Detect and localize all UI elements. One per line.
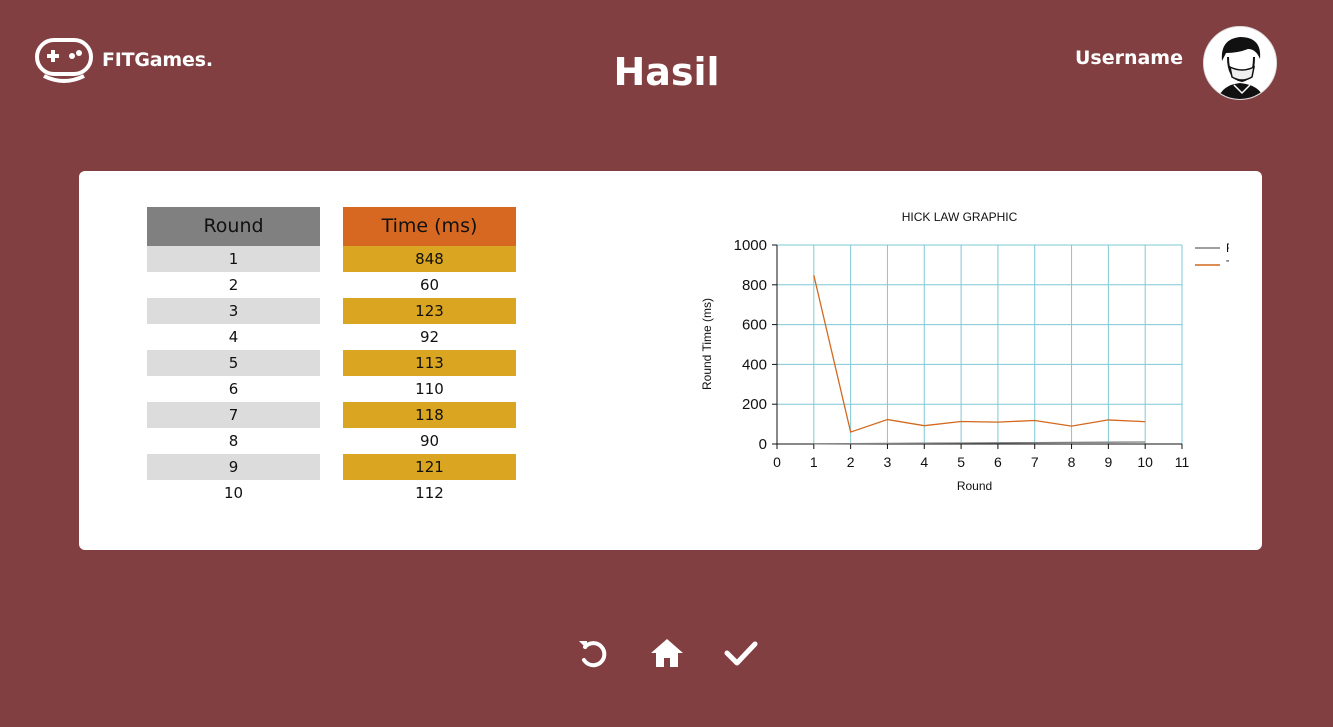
retry-button[interactable] xyxy=(575,636,611,670)
y-tick-label: 200 xyxy=(742,396,767,413)
legend-label: Times xyxy=(1226,258,1229,272)
round-cell: 7 xyxy=(147,402,320,428)
round-cell: 1 xyxy=(147,246,320,272)
time-cell: 118 xyxy=(343,402,516,428)
time-cell: 848 xyxy=(343,246,516,272)
time-cell: 60 xyxy=(419,276,440,294)
time-cell: 90 xyxy=(419,432,440,450)
round-cell: 3 xyxy=(147,298,320,324)
time-cell: 112 xyxy=(415,484,444,502)
hick-law-chart: 0 1 2 3 4 5 6 7 8 9 10 11 0 200 400 600 800 1000 HICK LAW … xyxy=(700,210,1229,493)
retry-icon xyxy=(578,641,606,668)
x-tick-label: 10 xyxy=(1137,454,1153,470)
y-tick-label: 400 xyxy=(742,356,767,373)
home-icon xyxy=(650,639,683,667)
round-column: Round 1 2 3 4 5 6 7 8 9 10 xyxy=(147,207,320,506)
time-cell: 92 xyxy=(419,328,440,346)
round-cell: 5 xyxy=(147,350,320,376)
avatar[interactable] xyxy=(1203,26,1277,100)
user-profile[interactable]: Username xyxy=(1075,26,1277,100)
round-cell: 2 xyxy=(228,276,239,294)
time-cells: 848 60 123 92 113 110 118 90 121 112 xyxy=(343,246,516,506)
time-header: Time (ms) xyxy=(343,207,516,246)
username: Username xyxy=(1074,47,1183,69)
round-cell: 10 xyxy=(223,484,244,502)
time-cell: 113 xyxy=(343,350,516,376)
check-icon xyxy=(724,641,757,666)
x-tick-label: 9 xyxy=(1104,454,1112,470)
time-column: Time (ms) 848 60 123 92 113 110 118 90 1… xyxy=(343,207,516,506)
x-tick-label: 1 xyxy=(810,454,818,470)
x-tick-label: 5 xyxy=(957,454,965,470)
round-cell: 8 xyxy=(228,432,239,450)
result-card: Round 1 2 3 4 5 6 7 8 9 10 Time (ms) 848… xyxy=(79,171,1262,550)
x-tick-label: 8 xyxy=(1068,454,1076,470)
y-tick-label: 1000 xyxy=(734,237,767,254)
x-tick-label: 4 xyxy=(920,454,928,470)
x-tick-label: 7 xyxy=(1031,454,1039,470)
x-tick-label: 11 xyxy=(1175,454,1190,470)
round-cell: 9 xyxy=(147,454,320,480)
action-bar xyxy=(0,636,1333,670)
y-tick-label: 0 xyxy=(759,436,767,453)
user-avatar-icon xyxy=(1204,27,1276,99)
round-cells: 1 2 3 4 5 6 7 8 9 10 xyxy=(147,246,320,506)
x-tick-label: 2 xyxy=(847,454,855,470)
y-tick-label: 600 xyxy=(742,317,767,334)
round-cell: 4 xyxy=(228,328,239,346)
x-tick-label: 6 xyxy=(994,454,1002,470)
time-cell: 121 xyxy=(343,454,516,480)
time-cell: 123 xyxy=(343,298,516,324)
y-tick-label: 800 xyxy=(742,277,767,294)
x-axis-label: Round xyxy=(957,479,992,493)
round-cell: 6 xyxy=(228,380,239,398)
chart-title: HICK LAW GRAPHIC xyxy=(902,210,1018,224)
round-header: Round xyxy=(147,207,320,246)
x-tick-label: 3 xyxy=(884,454,892,470)
x-tick-label: 0 xyxy=(773,454,781,470)
time-cell: 110 xyxy=(415,380,444,398)
home-button[interactable] xyxy=(649,636,685,670)
legend-label: Round xyxy=(1226,241,1229,255)
y-axis-label: Round Time (ms) xyxy=(700,298,714,390)
series-line-times xyxy=(813,275,1146,433)
confirm-button[interactable] xyxy=(723,636,759,670)
